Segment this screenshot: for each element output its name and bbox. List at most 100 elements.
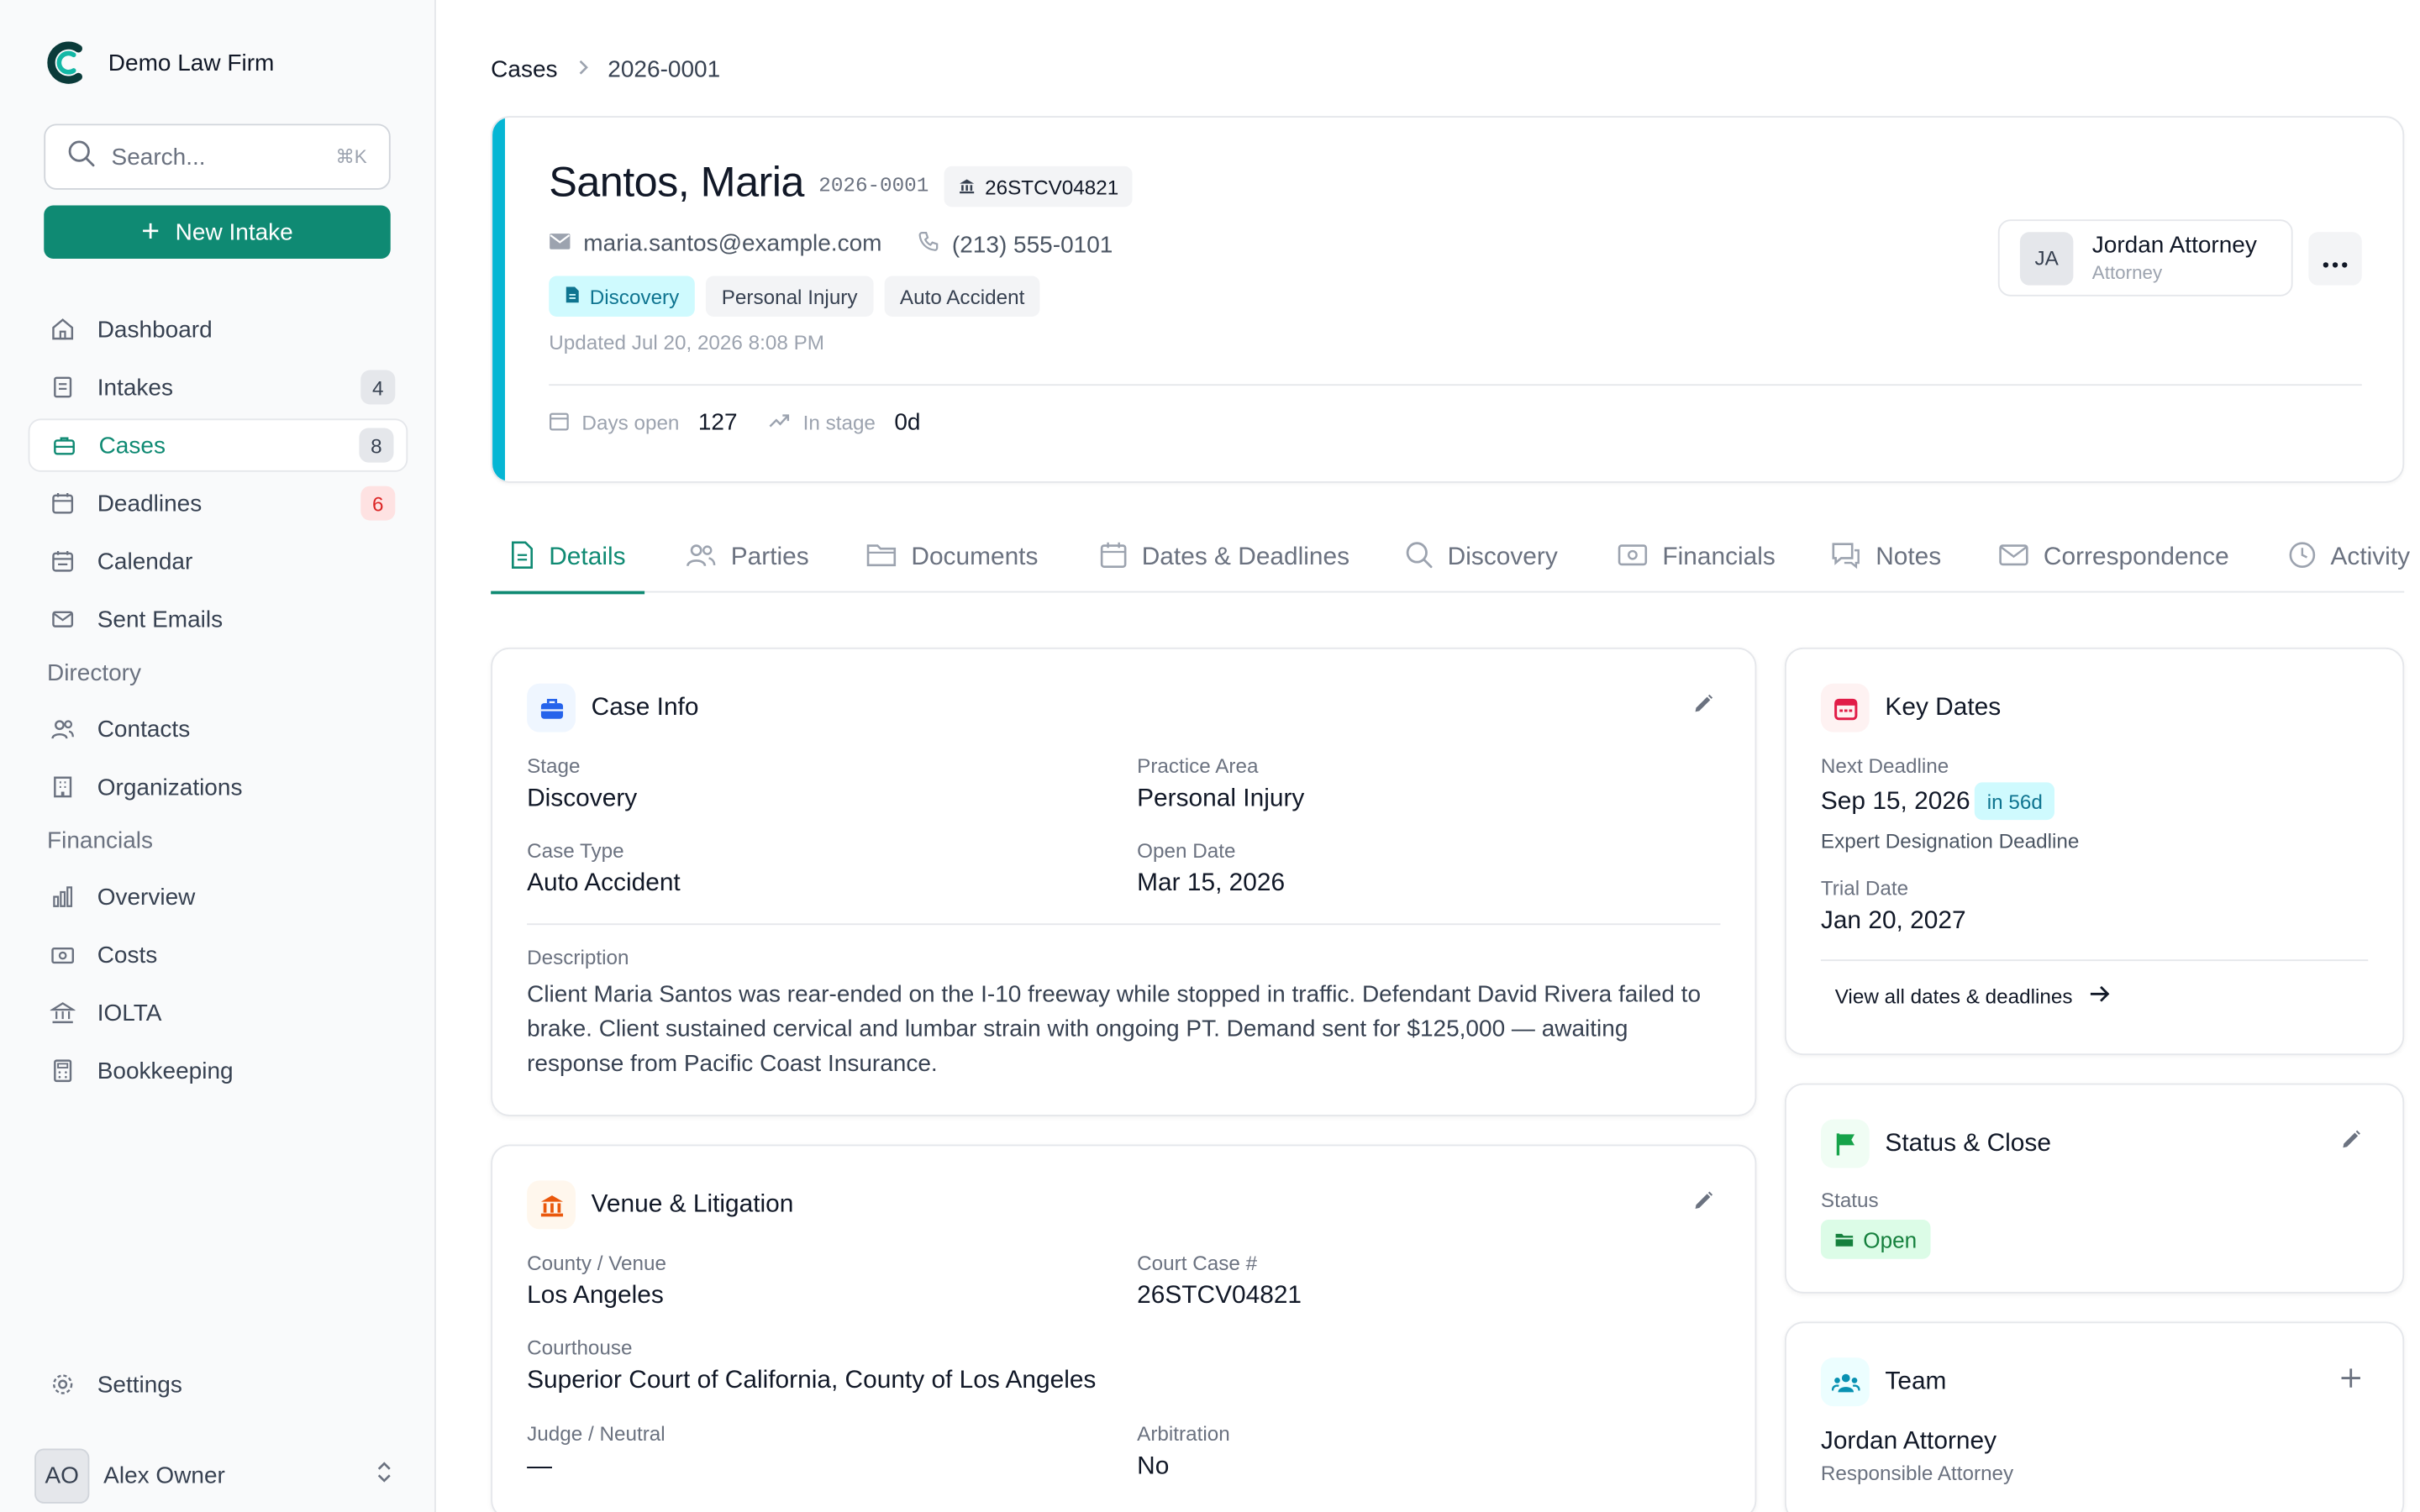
- case-description: Client Maria Santos was rear-ended on th…: [527, 981, 1702, 1078]
- document-icon: [565, 285, 581, 308]
- tab-details[interactable]: Details: [491, 523, 644, 595]
- add-team-member-button[interactable]: [2340, 1362, 2362, 1399]
- banknote-icon: [50, 942, 76, 968]
- tab-financials[interactable]: Financials: [1617, 523, 1776, 592]
- days-open-value: 127: [697, 409, 738, 436]
- home-icon: [50, 317, 76, 342]
- trial-date-value: Jan 20, 2027: [1820, 907, 1966, 935]
- search-input[interactable]: [111, 143, 300, 171]
- attorney-avatar: JA: [2019, 231, 2074, 285]
- nav-costs[interactable]: Costs: [29, 928, 408, 981]
- court-case-label: Court Case #: [1137, 1251, 1258, 1275]
- mail-icon: [50, 606, 76, 632]
- nav-dashboard[interactable]: Dashboard: [29, 302, 408, 355]
- arrow-right-icon: [2088, 984, 2110, 1008]
- case-number: 2026-0001: [818, 174, 929, 198]
- open-date-value: Mar 15, 2026: [1137, 869, 1286, 897]
- tab-correspondence-label: Correspondence: [2043, 543, 2229, 571]
- nav-sent-emails[interactable]: Sent Emails: [29, 592, 408, 645]
- bank-icon: [50, 1000, 76, 1026]
- open-date-label: Open Date: [1137, 838, 1236, 863]
- client-email-text: maria.santos@example.com: [583, 230, 882, 258]
- nav-organizations[interactable]: Organizations: [29, 760, 408, 813]
- tab-correspondence[interactable]: Correspondence: [1998, 523, 2229, 592]
- directory-section-label: Directory: [46, 659, 142, 687]
- breadcrumb: Cases 2026-0001: [491, 56, 720, 83]
- nav-iolta[interactable]: IOLTA: [29, 986, 408, 1039]
- arbitration-value: No: [1137, 1453, 1170, 1480]
- user-menu[interactable]: AO Alex Owner: [34, 1447, 404, 1504]
- edit-status-button[interactable]: [2340, 1129, 2362, 1158]
- nav-deadlines[interactable]: Deadlines 6: [29, 476, 408, 529]
- edit-venue-button[interactable]: [1692, 1190, 1714, 1220]
- county-label: County / Venue: [527, 1251, 667, 1275]
- firm-name: Demo Law Firm: [108, 49, 275, 76]
- client-phone[interactable]: (213) 555-0101: [918, 230, 1113, 259]
- users-icon: [686, 542, 717, 575]
- days-open-label: Days open: [581, 410, 680, 434]
- team-card: Team Jordan Attorney Responsible Attorne…: [1784, 1321, 2405, 1512]
- case-tabs: Details Parties Documents Dates & Deadli…: [491, 523, 2410, 595]
- nav-contacts-label: Contacts: [97, 716, 191, 743]
- case-type-tag: Auto Accident: [884, 276, 1040, 318]
- view-all-dates-link[interactable]: View all dates & deadlines: [1835, 984, 2111, 1008]
- practice-area-value: Personal Injury: [1137, 785, 1305, 812]
- stage-tag: Discovery: [549, 276, 695, 318]
- tab-documents-label: Documents: [911, 543, 1039, 571]
- tab-documents[interactable]: Documents: [865, 523, 1038, 592]
- nav-calendar-label: Calendar: [97, 548, 193, 575]
- client-name: Santos, Maria: [549, 158, 804, 206]
- case-info-card: Case Info Stage Discovery Practice Area …: [491, 647, 1757, 1116]
- practice-area-tag: Personal Injury: [706, 276, 874, 318]
- nav-calendar[interactable]: Calendar: [29, 534, 408, 587]
- assigned-attorney-card[interactable]: JA Jordan Attorney Attorney: [1997, 219, 2293, 297]
- user-name: Alex Owner: [103, 1462, 225, 1489]
- team-member-name: Jordan Attorney: [1820, 1428, 1997, 1456]
- search-shortcut: ⌘K: [335, 145, 367, 168]
- search-icon: [1405, 540, 1434, 576]
- status-close-title: Status & Close: [1885, 1130, 2051, 1158]
- case-header-card: Santos, Maria 2026-0001 26STCV04821 mari…: [491, 116, 2405, 483]
- edit-case-info-button[interactable]: [1692, 693, 1714, 722]
- banknote-icon: [1617, 542, 1648, 575]
- tab-dates-deadlines[interactable]: Dates & Deadlines: [1099, 523, 1349, 592]
- new-intake-button[interactable]: + New Intake: [44, 205, 391, 259]
- pencil-icon: [1692, 1191, 1714, 1218]
- court-case-chip[interactable]: 26STCV04821: [944, 165, 1134, 207]
- nav-overview[interactable]: Overview: [29, 870, 408, 923]
- nav-contacts[interactable]: Contacts: [29, 702, 408, 755]
- nav-settings[interactable]: Settings: [29, 1357, 408, 1410]
- tab-parties[interactable]: Parties: [686, 523, 809, 592]
- tab-details-label: Details: [549, 543, 626, 571]
- pencil-icon: [2340, 1130, 2362, 1158]
- days-until-badge: in 56d: [1974, 782, 2055, 821]
- nav-overview-label: Overview: [97, 883, 196, 911]
- judge-label: Judge / Neutral: [527, 1421, 666, 1446]
- tab-parties-label: Parties: [730, 543, 809, 571]
- client-email[interactable]: maria.santos@example.com: [549, 230, 882, 258]
- users-icon: [1820, 1357, 1870, 1407]
- building-icon: [50, 774, 76, 800]
- calendar-icon: [50, 549, 76, 574]
- breadcrumb-cases-link[interactable]: Cases: [491, 56, 557, 83]
- view-all-label: View all dates & deadlines: [1834, 984, 2073, 1009]
- status-close-card: Status & Close Status Open: [1784, 1083, 2405, 1294]
- tab-discovery[interactable]: Discovery: [1405, 523, 1558, 592]
- new-intake-label: New Intake: [175, 218, 293, 246]
- nav-cases[interactable]: Cases 8: [28, 418, 408, 472]
- tab-activity[interactable]: Activity: [2288, 523, 2410, 592]
- folder-open-icon: [1835, 1226, 1854, 1252]
- calculator-icon: [50, 1058, 76, 1084]
- plus-icon: +: [141, 214, 160, 249]
- tab-notes[interactable]: Notes: [1830, 523, 1941, 592]
- search-box[interactable]: ⌘K: [44, 123, 391, 190]
- stage-value: Discovery: [527, 785, 638, 812]
- court-case-value: 26STCV04821: [1137, 1282, 1302, 1310]
- more-actions-button[interactable]: [2308, 232, 2362, 286]
- key-dates-card: Key Dates Next Deadline Sep 15, 2026 in …: [1784, 647, 2405, 1056]
- nav-intakes[interactable]: Intakes 4: [29, 360, 408, 413]
- search-icon: [67, 139, 96, 175]
- brand[interactable]: Demo Law Firm: [42, 38, 274, 88]
- nav-bookkeeping[interactable]: Bookkeeping: [29, 1044, 408, 1097]
- court-case-number: 26STCV04821: [985, 175, 1119, 199]
